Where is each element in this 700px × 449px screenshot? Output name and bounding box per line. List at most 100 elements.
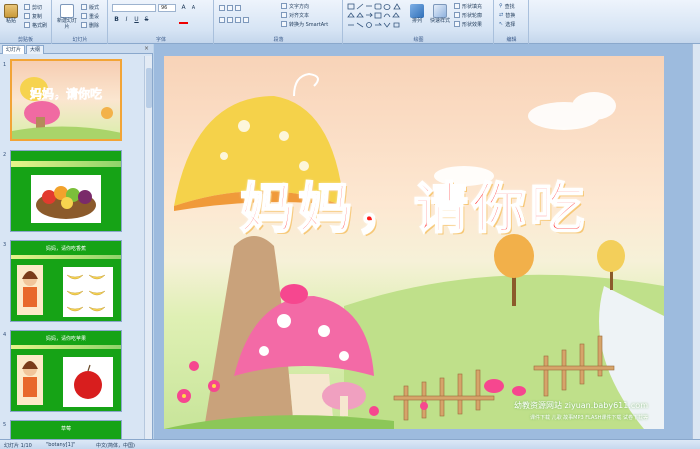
reset-button[interactable]: 重设	[81, 12, 99, 20]
grow-font-button[interactable]: A	[179, 4, 188, 12]
copy-button[interactable]: 复制	[24, 12, 42, 20]
align-right-icon	[235, 17, 241, 23]
shrink-font-button[interactable]: A	[189, 4, 198, 12]
find-button[interactable]: ⚲ 查找	[499, 2, 515, 10]
brush-icon	[24, 22, 30, 28]
paragraph-group-label: 段落	[273, 37, 284, 43]
cut-label: 剪切	[32, 4, 43, 11]
replace-icon: ⇄	[499, 12, 504, 18]
cursor-icon: ↖	[499, 21, 504, 27]
font-group: 96 A A B I U S 字体	[109, 0, 214, 44]
canvas-scrollbar[interactable]	[692, 44, 700, 439]
theme-name: "botany[1]"	[46, 442, 76, 448]
editing-group-label: 编辑	[506, 37, 517, 43]
delete-slide-button[interactable]: 删除	[81, 21, 99, 29]
select-button[interactable]: ↖ 选择	[499, 20, 515, 28]
align-center-icon	[227, 17, 233, 23]
new-slide-label: 新建幻灯片	[56, 18, 77, 30]
shape-effects-label: 形状效果	[462, 21, 483, 28]
slide-thumbnail-1[interactable]: 妈妈，请你吃	[10, 59, 122, 141]
underline-button[interactable]: U	[132, 16, 141, 24]
smartart-icon	[281, 21, 287, 27]
paste-icon	[4, 4, 18, 18]
shapes-gallery[interactable]	[347, 3, 403, 29]
arrange-label: 排列	[411, 18, 422, 24]
tab-slides[interactable]: 幻灯片	[2, 45, 26, 54]
arrange-button[interactable]: 排列	[408, 4, 426, 24]
italic-button[interactable]: I	[122, 16, 131, 24]
new-slide-button[interactable]: 新建幻灯片	[56, 4, 78, 30]
delete-icon	[81, 22, 87, 28]
language-indicator[interactable]: 中文(简体，中国)	[96, 442, 135, 449]
align-row[interactable]	[219, 16, 249, 24]
shape-fill-label: 形状填充	[462, 3, 483, 10]
mother-banana-image	[17, 265, 113, 317]
cut-button[interactable]: 剪切	[24, 3, 42, 11]
delete-label: 删除	[89, 22, 100, 29]
slide-canvas: 妈妈，请你吃 幼教资源网站 ziyuan.baby611.com 课件下载 儿歌…	[154, 44, 700, 439]
layout-button[interactable]: 版式	[81, 3, 99, 11]
justify-icon	[243, 17, 249, 23]
font-size-combo[interactable]: 96	[158, 4, 176, 12]
arrange-icon	[410, 4, 424, 18]
thumb-3-band	[11, 255, 121, 259]
tab-outline[interactable]: 大纲	[26, 45, 45, 54]
clipboard-group-label: 剪贴板	[17, 37, 33, 43]
shape-outline-button[interactable]: 形状轮廓	[454, 11, 482, 19]
panel-tabs: 幻灯片 大纲 ×	[0, 44, 153, 54]
slide-thumbnail-5[interactable]: 草莓	[10, 420, 122, 439]
clipboard-group: 粘贴 剪切 复制 格式刷 剪贴板	[0, 0, 52, 44]
quick-styles-button[interactable]: 快速样式	[428, 4, 452, 24]
thumb-1-title: 妈妈，请你吃	[29, 87, 103, 102]
align-text-button[interactable]: 对齐文本	[281, 11, 309, 19]
find-label: 查找	[504, 3, 515, 10]
slide-number: 1	[3, 62, 7, 68]
paste-label: 粘贴	[5, 18, 16, 24]
text-direction-icon	[281, 3, 287, 9]
outline-pen-icon	[454, 12, 460, 18]
smartart-label: 转换为 SmartArt	[289, 21, 329, 28]
text-direction-button[interactable]: 文字方向	[281, 2, 309, 10]
binoculars-icon: ⚲	[499, 3, 503, 9]
slide-thumbnail-4[interactable]: 妈妈，请你吃苹果	[10, 330, 122, 412]
panel-scroll-thumb[interactable]	[146, 68, 152, 108]
slide-thumbnail-3[interactable]: 妈妈，请你吃香蕉	[10, 240, 122, 322]
shape-effects-button[interactable]: 形状效果	[454, 20, 482, 28]
drawing-group: 排列 快速样式 形状填充 形状轮廓 形状效果 绘图	[344, 0, 494, 44]
watermark-subtitle: 课件下载 儿歌 故事MP3 FLASH课件下载 试卷下载等	[529, 415, 648, 421]
thumb-5-title: 草莓	[60, 426, 71, 432]
slide-number: 4	[3, 332, 7, 338]
reset-icon	[81, 13, 87, 19]
indent-icon	[235, 5, 241, 11]
bullets-row[interactable]	[219, 4, 241, 12]
ribbon: 粘贴 剪切 复制 格式刷 剪贴板 新建幻灯片 版式 重设 删除 幻灯片 96 A…	[0, 0, 700, 44]
format-painter-button[interactable]: 格式刷	[24, 21, 47, 29]
thumb-3-title: 妈妈，请你吃香蕉	[45, 246, 86, 252]
layout-icon	[81, 4, 87, 10]
slide-1[interactable]: 妈妈，请你吃 幼教资源网站 ziyuan.baby611.com 课件下载 儿歌…	[164, 56, 664, 429]
smartart-button[interactable]: 转换为 SmartArt	[281, 20, 328, 28]
slides-group: 新建幻灯片 版式 重设 删除 幻灯片	[53, 0, 108, 44]
shape-fill-button[interactable]: 形状填充	[454, 2, 482, 10]
shape-outline-label: 形状轮廓	[462, 12, 483, 19]
paste-button[interactable]: 粘贴	[2, 4, 20, 24]
thumb-4-band	[11, 345, 121, 349]
font-name-combo[interactable]	[112, 4, 156, 12]
font-group-label: 字体	[155, 37, 166, 43]
panel-scrollbar[interactable]	[144, 56, 152, 439]
effects-icon	[454, 21, 460, 27]
numbering-icon	[227, 5, 233, 11]
bold-button[interactable]: B	[112, 16, 121, 24]
align-text-icon	[281, 12, 287, 18]
font-color-button[interactable]	[179, 16, 188, 24]
bullets-icon	[219, 5, 225, 11]
scissors-icon	[24, 4, 30, 10]
slide-thumbnail-2[interactable]	[10, 150, 122, 232]
slide-number: 2	[3, 152, 7, 158]
slide-title[interactable]: 妈妈，请你吃	[164, 164, 664, 243]
close-icon[interactable]: ×	[144, 45, 149, 52]
align-text-label: 对齐文本	[289, 12, 310, 19]
strike-button[interactable]: S	[142, 16, 151, 24]
quick-styles-label: 快速样式	[429, 18, 450, 24]
replace-button[interactable]: ⇄ 替换	[499, 11, 515, 19]
